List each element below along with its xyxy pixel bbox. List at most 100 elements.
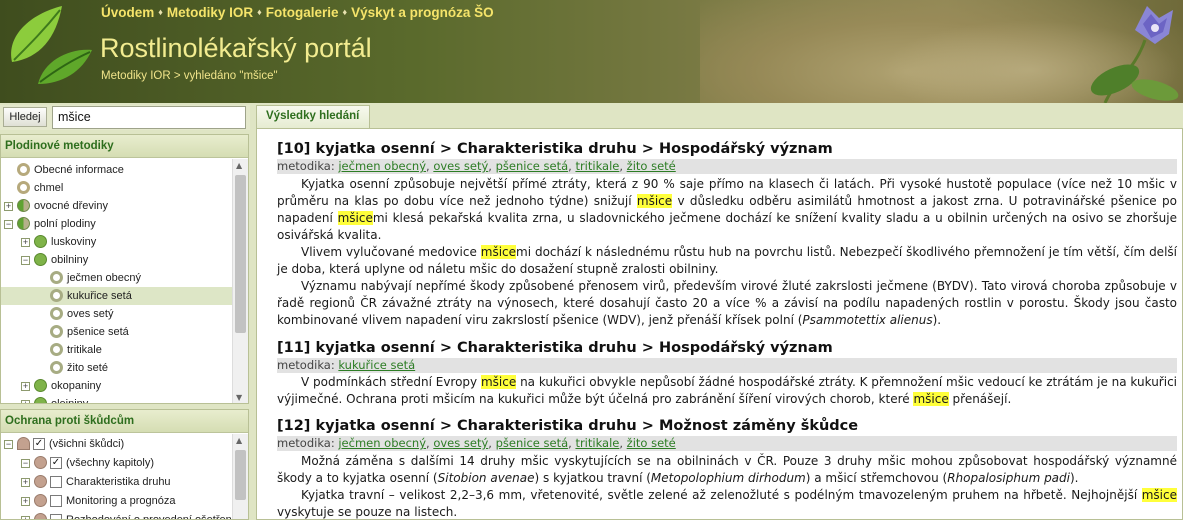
tree-item-obilniny[interactable]: − obilniny xyxy=(1,251,232,269)
tree-item-rozhodovani[interactable]: + Rozhodování o provedení ošetření xyxy=(1,511,235,519)
result-paragraph: Kyjatka osenní způsobuje největší přímé … xyxy=(277,176,1177,244)
result-metodika: metodika: kukuřice setá xyxy=(277,358,1177,373)
text-segment: ). xyxy=(1070,471,1079,485)
checkbox-icon[interactable] xyxy=(50,514,62,519)
collapse-minus-icon[interactable]: − xyxy=(21,459,30,468)
crop-methodologies-panel: Plodinové metodiky Obecné informace chme… xyxy=(0,134,249,404)
checkbox-checked-icon[interactable]: ✓ xyxy=(50,457,62,469)
expand-plus-icon[interactable]: + xyxy=(21,497,30,506)
tree-item-psenice-seta[interactable]: pšenice setá xyxy=(1,323,232,341)
metodika-label: metodika: xyxy=(277,436,335,450)
metodika-label: metodika: xyxy=(277,159,335,173)
tree-item-label: ječmen obecný xyxy=(67,272,141,284)
nav-uvodem[interactable]: Úvodem xyxy=(101,5,154,20)
pest-protection-panel: Ochrana proti škůdcům − ✓ (všichni škůdc… xyxy=(0,409,249,520)
tree-item-label: pšenice setá xyxy=(67,326,129,338)
tab-search-results[interactable]: Výsledky hledání xyxy=(256,105,370,128)
tree-item-label: kukuřice setá xyxy=(67,290,132,302)
scrollbar-thumb[interactable] xyxy=(235,450,246,500)
collapse-minus-icon[interactable]: − xyxy=(4,220,13,229)
expand-plus-icon[interactable]: + xyxy=(21,478,30,487)
crop-link[interactable]: ječmen obecný xyxy=(338,159,426,173)
text-segment: Významu nabývají nepřímé škody způsobené… xyxy=(277,279,1177,327)
metodika-label: metodika: xyxy=(277,358,335,372)
tree-item-label: žito seté xyxy=(67,362,108,374)
expand-plus-icon[interactable]: + xyxy=(4,202,13,211)
previous-result-cutoff xyxy=(277,129,1177,134)
scroll-down-icon[interactable]: ▼ xyxy=(236,393,242,402)
crop-link[interactable]: žito seté xyxy=(627,436,676,450)
checkbox-icon[interactable] xyxy=(50,495,62,507)
search-input[interactable]: mšice xyxy=(52,106,246,129)
category-icon xyxy=(17,217,30,230)
portal-logo-leaves-icon xyxy=(11,6,92,84)
tree-item-kukurice-seta[interactable]: kukuřice setá xyxy=(1,287,232,305)
crop-icon xyxy=(50,289,63,302)
search-highlight: mšice xyxy=(913,392,949,406)
tree-item-ovocne-dreviny[interactable]: + ovocné dřeviny xyxy=(1,197,232,215)
tree-item-olejniny[interactable]: + olejniny xyxy=(1,395,232,403)
tree-item-luskoviny[interactable]: + luskoviny xyxy=(1,233,232,251)
tree-item-okopaniny[interactable]: + okopaniny xyxy=(1,377,232,395)
expand-plus-icon[interactable]: + xyxy=(21,238,30,247)
search-results-pane: [10] kyjatka osenní > Charakteristika dr… xyxy=(256,128,1183,520)
chapter-icon xyxy=(34,494,47,507)
tree-item-vsichni-skudci[interactable]: − ✓ (všichni škůdci) xyxy=(1,435,232,453)
tree-item-label: Obecné informace xyxy=(34,164,124,176)
tree-item-tritikale[interactable]: tritikale xyxy=(1,341,232,359)
pest-tree-scrollbar[interactable]: ▲ xyxy=(232,434,248,519)
scroll-up-icon[interactable]: ▲ xyxy=(236,436,242,445)
text-segment: vyskytuje se pouze na listech. xyxy=(277,505,458,519)
crop-icon xyxy=(50,307,63,320)
crop-tree-scrollbar[interactable]: ▲ ▼ xyxy=(232,159,248,403)
tree-item-monitoring-prognoza[interactable]: + Monitoring a prognóza xyxy=(1,492,232,510)
text-segment: Vlivem vylučované medovice xyxy=(301,245,481,259)
methodology-icon xyxy=(17,181,30,194)
tree-item-oves-sety[interactable]: oves setý xyxy=(1,305,232,323)
pest-protection-title: Ochrana proti škůdcům xyxy=(1,410,248,433)
tree-item-zito-sete[interactable]: žito seté xyxy=(1,359,232,377)
result-title: [11] kyjatka osenní > Charakteristika dr… xyxy=(277,340,833,356)
result-paragraph: Vlivem vylučované medovice mšicemi dochá… xyxy=(277,244,1177,278)
crop-link[interactable]: žito seté xyxy=(627,159,676,173)
tree-item-polni-plodiny[interactable]: − polní plodiny xyxy=(1,215,232,233)
chapter-icon xyxy=(34,513,47,519)
crop-link[interactable]: kukuřice setá xyxy=(338,358,415,372)
header: Úvodem ♦ Metodiky IOR ♦ Fotogalerie ♦ Výskyt a… xyxy=(0,0,1183,103)
crop-icon xyxy=(50,361,63,374)
crop-link[interactable]: tritikale xyxy=(575,436,619,450)
tree-item-label: tritikale xyxy=(67,344,102,356)
crop-link[interactable]: oves setý xyxy=(433,159,488,173)
crop-link[interactable]: tritikale xyxy=(575,159,619,173)
chapter-icon xyxy=(34,475,47,488)
tree-item-vsechny-kapitoly[interactable]: − ✓ (všechny kapitoly) xyxy=(1,454,232,472)
checkbox-checked-icon[interactable]: ✓ xyxy=(33,438,45,450)
text-segment: V podmínkách střední Evropy xyxy=(301,375,481,389)
crop-link[interactable]: pšenice setá xyxy=(496,159,569,173)
nav-fotogalerie[interactable]: Fotogalerie xyxy=(266,5,339,20)
tree-item-obecne-informace[interactable]: Obecné informace xyxy=(1,161,232,179)
expand-plus-icon[interactable]: + xyxy=(21,400,30,403)
methodology-icon xyxy=(17,163,30,176)
tree-item-chmel[interactable]: chmel xyxy=(1,179,232,197)
scroll-up-icon[interactable]: ▲ xyxy=(236,161,242,170)
nav-metodiky-ior[interactable]: Metodiky IOR xyxy=(167,5,253,20)
search-button[interactable]: Hledej xyxy=(3,107,47,127)
tree-item-jecmen-obecny[interactable]: ječmen obecný xyxy=(1,269,232,287)
collapse-minus-icon[interactable]: − xyxy=(4,440,13,449)
species-name: Rhopalosiphum padi xyxy=(947,471,1070,485)
crop-icon xyxy=(50,325,63,338)
tree-item-label: okopaniny xyxy=(51,380,102,392)
checkbox-icon[interactable] xyxy=(50,476,62,488)
nav-vyskyt-prognoza[interactable]: Výskyt a prognóza ŠO xyxy=(351,5,494,20)
crop-link[interactable]: ječmen obecný xyxy=(338,436,426,450)
expand-plus-icon[interactable]: + xyxy=(21,516,30,519)
crop-link[interactable]: oves setý xyxy=(433,436,488,450)
tree-item-charakteristika-druhu[interactable]: + Charakteristika druhu xyxy=(1,473,232,491)
crop-link[interactable]: pšenice setá xyxy=(496,436,569,450)
expand-plus-icon[interactable]: + xyxy=(21,382,30,391)
collapse-minus-icon[interactable]: − xyxy=(21,256,30,265)
scrollbar-thumb[interactable] xyxy=(235,175,246,333)
breadcrumb: Metodiky IOR > vyhledáno "mšice" xyxy=(101,70,278,82)
text-segment: Kyjatka travní – velikost 2,2–3,6 mm, vř… xyxy=(301,488,1142,502)
